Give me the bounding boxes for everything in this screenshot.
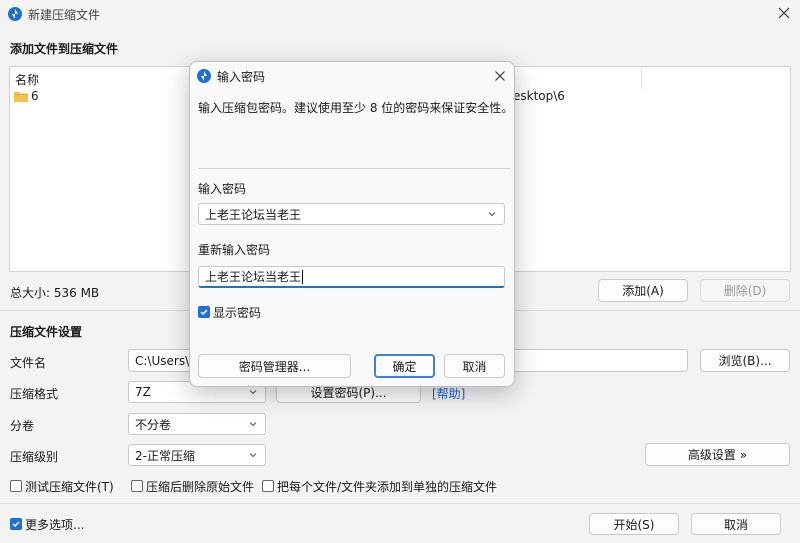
list-item-name: 6 — [31, 89, 39, 103]
list-item[interactable]: 6 — [14, 89, 194, 105]
checkbox-box[interactable] — [10, 480, 22, 492]
close-icon[interactable] — [492, 68, 508, 84]
level-value: 2-正常压缩 — [135, 448, 195, 463]
more-options-checkbox[interactable]: 更多选项... — [10, 516, 100, 532]
dialog-hint: 输入压缩包密码。建议使用至少 8 位的密码来保证安全性。 — [198, 101, 514, 115]
more-options-label: 更多选项... — [25, 518, 85, 532]
separate-archives-label: 把每个文件/文件夹添加到单独的压缩文件 — [277, 480, 498, 494]
password-dialog: 输入密码 输入压缩包密码。建议使用至少 8 位的密码来保证安全性。 输入密码 上… — [189, 61, 515, 387]
format-label: 压缩格式 — [10, 387, 59, 401]
chevron-down-icon[interactable] — [486, 208, 498, 220]
chevron-down-icon — [247, 418, 259, 430]
check-icon[interactable] — [10, 518, 22, 530]
password-manager-button[interactable]: 密码管理器... — [198, 354, 351, 378]
add-button[interactable]: 添加(A) — [598, 279, 688, 302]
dialog-title: 输入密码 — [217, 70, 266, 84]
start-button[interactable]: 开始(S) — [589, 513, 679, 535]
reenter-value: 上老王论坛当老王 — [205, 270, 302, 284]
main-cancel-button[interactable]: 取消 — [691, 513, 781, 535]
filename-label: 文件名 — [10, 356, 47, 370]
check-icon[interactable] — [198, 306, 210, 318]
password-input[interactable]: 上老王论坛当老王 — [198, 203, 505, 225]
window-title: 新建压缩文件 — [28, 8, 101, 22]
split-select[interactable]: 不分卷 — [128, 413, 266, 435]
split-value: 不分卷 — [135, 417, 172, 432]
password-label: 输入密码 — [198, 182, 247, 196]
test-archive-label: 测试压缩文件(T) — [25, 480, 114, 494]
list-item-path: esktop\6 — [513, 89, 565, 103]
level-label: 压缩级别 — [10, 450, 59, 464]
format-value: 7Z — [135, 385, 151, 399]
separate-archives-checkbox[interactable]: 把每个文件/文件夹添加到单独的压缩文件 — [262, 478, 497, 494]
test-archive-checkbox[interactable]: 测试压缩文件(T) — [10, 478, 120, 494]
add-section-title: 添加文件到压缩文件 — [10, 42, 119, 56]
delete-original-checkbox[interactable]: 压缩后删除原始文件 — [131, 478, 255, 494]
reenter-label: 重新输入密码 — [198, 243, 271, 257]
list-header-name[interactable]: 名称 — [15, 71, 39, 88]
level-select[interactable]: 2-正常压缩 — [128, 444, 266, 466]
password-value: 上老王论坛当老王 — [205, 207, 302, 222]
folder-icon — [14, 91, 28, 102]
help-link[interactable]: [帮助] — [432, 385, 465, 402]
reenter-password-input[interactable]: 上老王论坛当老王 — [198, 266, 505, 288]
settings-title: 压缩文件设置 — [10, 325, 83, 339]
text-cursor — [302, 269, 304, 284]
browse-button[interactable]: 浏览(B)... — [700, 349, 790, 372]
delete-original-label: 压缩后删除原始文件 — [146, 480, 255, 494]
list-column-divider[interactable] — [641, 67, 642, 89]
show-password-checkbox[interactable]: 显示密码 — [198, 304, 288, 320]
dialog-divider — [198, 168, 511, 169]
footer-divider — [0, 503, 800, 504]
advanced-button[interactable]: 高级设置 » — [645, 443, 790, 466]
app-logo-icon — [197, 69, 211, 83]
total-size: 总大小: 536 MB — [10, 286, 100, 300]
checkbox-box[interactable] — [262, 480, 274, 492]
app-logo-icon — [8, 7, 22, 21]
ok-button[interactable]: 确定 — [374, 354, 435, 378]
delete-button[interactable]: 删除(D) — [700, 279, 790, 302]
split-label: 分卷 — [10, 419, 35, 433]
checkbox-box[interactable] — [131, 480, 143, 492]
show-password-label: 显示密码 — [213, 306, 262, 320]
chevron-down-icon — [247, 386, 259, 398]
close-icon[interactable] — [776, 5, 792, 21]
dialog-cancel-button[interactable]: 取消 — [444, 354, 505, 378]
chevron-down-icon — [247, 449, 259, 461]
